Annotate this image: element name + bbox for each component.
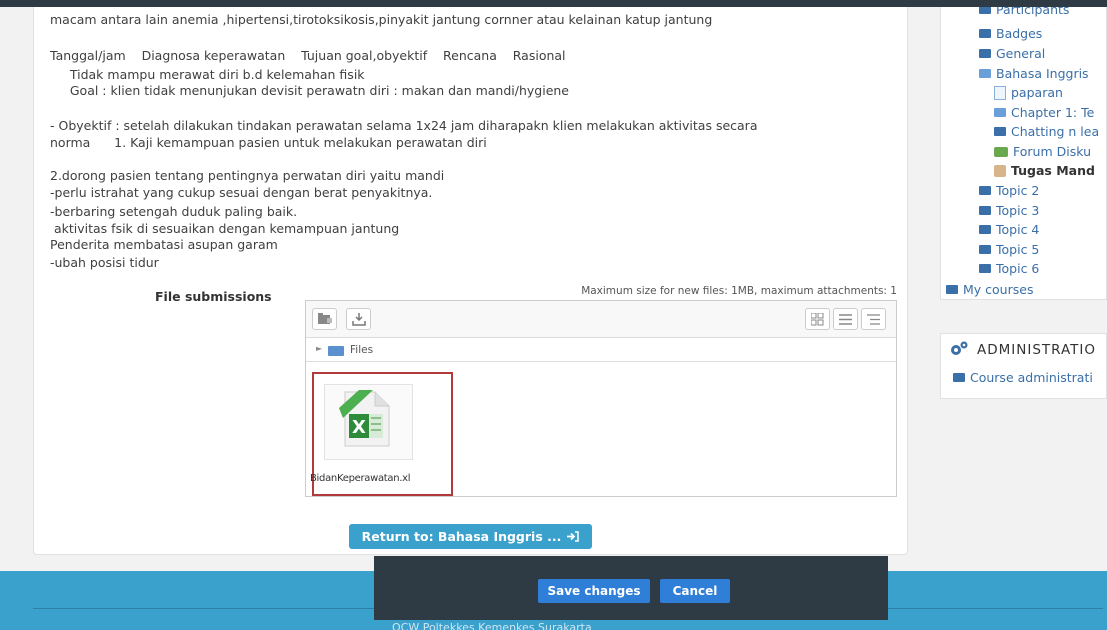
folder-icon: [979, 49, 991, 58]
download-button[interactable]: [346, 308, 371, 330]
folder-icon: [979, 206, 991, 215]
essay-line: macam antara lain anemia ,hipertensi,tir…: [50, 12, 713, 27]
nav-item-topic-3[interactable]: Topic 3: [979, 203, 1039, 218]
view-icons-button[interactable]: [805, 308, 830, 330]
nav-item-label: Badges: [996, 26, 1043, 41]
nav-item-label: Topic 2: [996, 183, 1040, 198]
nav-item-label: My courses: [963, 282, 1034, 297]
nav-item-label: Topic 4: [996, 222, 1040, 237]
gears-icon: [951, 341, 968, 355]
view-tree-button[interactable]: [861, 308, 886, 330]
view-list-button[interactable]: [833, 308, 858, 330]
nav-item-label: Topic 3: [996, 203, 1040, 218]
nav-item-chatting[interactable]: Chatting n lea: [994, 124, 1099, 139]
nav-item-label: Topic 6: [996, 261, 1040, 276]
create-folder-button[interactable]: [312, 308, 337, 330]
breadcrumb: ► Files: [306, 338, 896, 362]
essay-line: Penderita membatasi asupan garam: [50, 237, 278, 252]
essay-line: 2.dorong pasien tentang pentingnya perwa…: [50, 168, 445, 183]
essay-line: Tanggal/jam Diagnosa keperawatan Tujuan …: [50, 48, 566, 63]
folder-icon: [953, 373, 965, 382]
essay-line: - Obyektif : setelah dilakukan tindakan …: [50, 118, 758, 133]
breadcrumb-files[interactable]: Files: [350, 344, 373, 356]
download-icon: [351, 312, 366, 326]
folder-icon: [979, 186, 991, 195]
folder-icon: [994, 108, 1006, 117]
folder-icon: [979, 29, 991, 38]
nav-item-label: Course administrati: [970, 370, 1093, 385]
nav-item-tugas-mandiri[interactable]: Tugas Mand: [994, 163, 1095, 178]
file-manager-toolbar: [306, 301, 896, 338]
file-name: BidanKeperawatan.xl: [310, 473, 411, 484]
top-bar: [0, 0, 1107, 7]
file-manager: ► Files X BidanKeperawatan.xl: [305, 300, 897, 497]
grid-icon: [811, 312, 824, 325]
excel-file-icon: X: [339, 390, 390, 447]
nav-item-chapter-1[interactable]: Chapter 1: Te: [994, 105, 1094, 120]
nav-item-topic-6[interactable]: Topic 6: [979, 261, 1039, 276]
form-actions-bar: Save changes Cancel: [374, 556, 888, 620]
tree-icon: [867, 313, 880, 325]
cancel-button[interactable]: Cancel: [660, 579, 730, 603]
essay-line: aktivitas fsik di sesuaikan dengan kemam…: [50, 221, 400, 236]
nav-item-label: Tugas Mand: [1011, 163, 1095, 178]
file-thumbnail: X: [324, 384, 413, 460]
folder-icon: [946, 285, 958, 294]
essay-line: Tidak mampu merawat diri b.d kelemahan f…: [50, 67, 365, 82]
folder-icon: [979, 264, 991, 273]
nav-item-label: paparan: [1011, 85, 1063, 100]
nav-item-label: Participants: [996, 7, 1070, 17]
nav-item-label: General: [996, 46, 1046, 61]
svg-text:X: X: [352, 417, 366, 438]
save-changes-button[interactable]: Save changes: [538, 579, 650, 603]
return-to-course-button[interactable]: Return to: Bahasa Inggris ...: [349, 524, 592, 549]
max-size-info: Maximum size for new files: 1MB, maximum…: [581, 285, 897, 297]
folder-icon: [979, 225, 991, 234]
essay-line: -perlu istrahat yang cukup sesuai dengan…: [50, 185, 433, 200]
administration-title: ADMINISTRATIO: [977, 342, 1097, 358]
nav-item-bahasa-inggris[interactable]: Bahasa Inggris: [979, 66, 1089, 81]
essay-line: norma 1. Kaji kemampuan pasien untuk mel…: [50, 135, 487, 150]
nav-item-badges[interactable]: Badges: [979, 26, 1042, 41]
page-icon: [994, 85, 1006, 100]
nav-item-my-courses[interactable]: My courses: [946, 282, 1033, 297]
list-icon: [839, 313, 852, 325]
folder-add-icon: [317, 313, 332, 324]
folder-icon: [994, 127, 1006, 136]
nav-item-topic-2[interactable]: Topic 2: [979, 183, 1039, 198]
nav-item-forum[interactable]: Forum Disku: [994, 144, 1091, 159]
administration-block: ADMINISTRATIO Course administrati: [940, 333, 1107, 399]
course-administration-item[interactable]: Course administrati: [953, 370, 1093, 385]
nav-item-label: Bahasa Inggris: [996, 66, 1089, 81]
folder-icon: [328, 346, 344, 356]
nav-item-participants[interactable]: Participants: [979, 7, 1069, 17]
nav-item-label: Chapter 1: Te: [1011, 105, 1095, 120]
nav-item-general[interactable]: General: [979, 46, 1045, 61]
file-item[interactable]: X BidanKeperawatan.xl: [310, 372, 453, 496]
nav-item-paparan[interactable]: paparan: [994, 85, 1063, 100]
navigation-block: Participants Badges General Bahasa Inggr…: [940, 7, 1107, 300]
sign-in-icon: [567, 531, 580, 542]
nav-item-topic-4[interactable]: Topic 4: [979, 222, 1039, 237]
essay-line: Goal : klien tidak menunjukan devisit pe…: [50, 83, 569, 98]
forum-icon: [994, 146, 1008, 157]
essay-line: -ubah posisi tidur: [50, 255, 159, 270]
folder-open-icon: [979, 69, 991, 78]
file-submissions-label: File submissions: [155, 289, 272, 304]
nav-item-label: Topic 5: [996, 242, 1040, 257]
folder-icon: [979, 7, 991, 14]
footer-text: OCW Poltekkes Kemenkes Surakarta: [392, 621, 592, 630]
nav-item-label: Chatting n lea: [1011, 124, 1100, 139]
nav-item-label: Forum Disku: [1013, 144, 1091, 159]
folder-icon: [979, 245, 991, 254]
assignment-icon: [994, 164, 1006, 177]
nav-item-topic-5[interactable]: Topic 5: [979, 242, 1039, 257]
expand-arrow-icon[interactable]: ►: [316, 344, 322, 353]
return-button-label: Return to: Bahasa Inggris ...: [361, 529, 562, 544]
essay-line: -berbaring setengah duduk paling baik.: [50, 204, 298, 219]
